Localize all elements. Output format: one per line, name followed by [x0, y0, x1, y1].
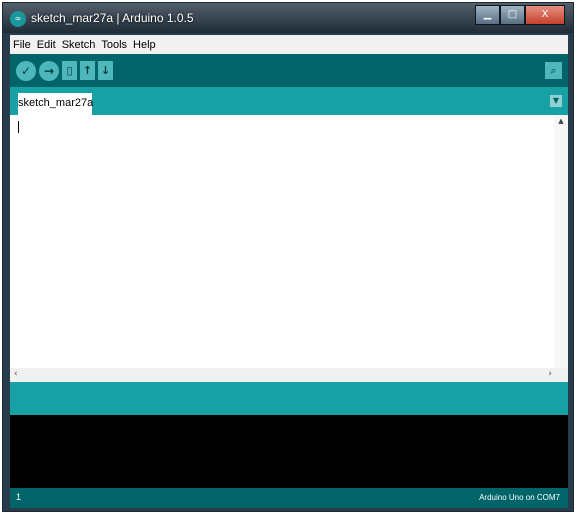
arduino-app-icon: ∞	[10, 11, 26, 27]
horizontal-scrollbar[interactable]: ‹ ›	[10, 368, 568, 382]
vertical-scrollbar[interactable]: ▲	[554, 115, 568, 368]
console-output[interactable]	[10, 415, 568, 488]
menu-bar: File Edit Sketch Tools Help	[10, 35, 568, 54]
menu-sketch[interactable]: Sketch	[62, 39, 96, 51]
new-sketch-button[interactable]: ▯	[62, 61, 77, 80]
menu-edit[interactable]: Edit	[37, 39, 56, 51]
scroll-left-icon[interactable]: ‹	[14, 369, 18, 379]
save-sketch-button[interactable]: ↓	[98, 61, 113, 80]
tab-menu-icon[interactable]: ▼	[550, 95, 562, 107]
serial-monitor-button[interactable]: ⌕	[545, 62, 562, 79]
menu-help[interactable]: Help	[133, 39, 156, 51]
open-sketch-button[interactable]: ↑	[80, 61, 95, 80]
code-editor[interactable]: ▲	[10, 115, 568, 368]
toolbar: ✓ → ▯ ↑ ↓ ⌕	[10, 54, 568, 87]
text-caret	[18, 121, 19, 133]
line-number: 1	[16, 492, 22, 502]
tab-sketch[interactable]: sketch_mar27a	[18, 93, 93, 115]
scroll-right-icon[interactable]: ›	[548, 369, 552, 379]
upload-button[interactable]: →	[39, 61, 59, 81]
scroll-up-icon[interactable]: ▲	[554, 117, 568, 125]
verify-button[interactable]: ✓	[16, 61, 36, 81]
close-button[interactable]: X	[525, 5, 565, 25]
menu-file[interactable]: File	[13, 39, 31, 51]
minimize-button[interactable]: ▁	[475, 5, 500, 25]
tab-bar: sketch_mar27a ▼	[10, 87, 568, 115]
board-port-label: Arduino Uno on COM7	[479, 493, 560, 502]
message-area	[10, 382, 568, 415]
window-title: sketch_mar27a | Arduino 1.0.5	[31, 11, 194, 25]
arduino-window: ∞ sketch_mar27a | Arduino 1.0.5 ▁ □ X Fi…	[2, 2, 574, 512]
status-bar: 1 Arduino Uno on COM7	[10, 488, 568, 508]
title-bar[interactable]: ∞ sketch_mar27a | Arduino 1.0.5 ▁ □ X	[3, 3, 573, 33]
maximize-button[interactable]: □	[500, 5, 525, 25]
menu-tools[interactable]: Tools	[101, 39, 127, 51]
window-controls: ▁ □ X	[475, 5, 565, 25]
